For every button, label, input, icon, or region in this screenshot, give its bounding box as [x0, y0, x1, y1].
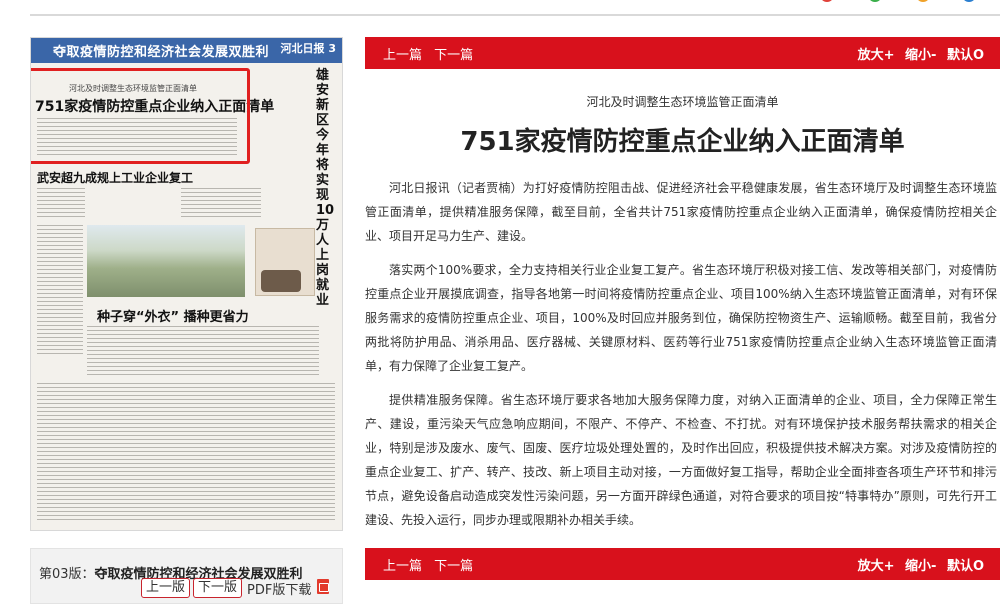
paper-masthead: 河北日报 3: [280, 42, 336, 55]
paper-text-column: [87, 326, 319, 378]
article-paragraph: 河北日报讯（记者贾楠）为打好疫情防控阻击战、促进经济社会平稳健康发展，省生态环境…: [365, 181, 997, 243]
top-divider: [30, 14, 1000, 16]
paper-text-column: [37, 188, 85, 218]
next-article-link[interactable]: 下一篇: [434, 48, 473, 63]
paper-inset-portrait: [261, 270, 301, 292]
default-size-button[interactable]: 默认O: [947, 559, 984, 574]
zoom-out-button[interactable]: 缩小-: [905, 48, 936, 63]
newspaper-page-thumbnail[interactable]: 夺取疫情防控和经济社会发展双胜利 河北日报 3 河北及时调整生态环境监管正面清单…: [30, 37, 343, 531]
paper-text-column: [181, 188, 261, 220]
paper-banner: 夺取疫情防控和经济社会发展双胜利 河北日报 3: [31, 38, 342, 63]
article-body: 河北日报讯（记者贾楠）为打好疫情防控阻击战、促进经济社会平稳健康发展，省生态环境…: [365, 176, 997, 542]
paper-story-headline[interactable]: 种子穿“外衣” 播种更省力: [97, 306, 249, 325]
pdf-download-link[interactable]: PDF版下载: [247, 579, 311, 598]
prev-article-link[interactable]: 上一篇: [383, 48, 422, 63]
paper-banner-text: 夺取疫情防控和经济社会发展双胜利: [53, 45, 270, 60]
article-paragraph: 落实两个100%要求，全力支持相关行业企业复工复产。省生态环境厅积极对接工信、发…: [365, 263, 997, 373]
edition-label: 第03版：: [39, 567, 95, 582]
article-toolbar-top: 上一篇 下一篇 放大+ 缩小- 默认O: [365, 37, 1000, 69]
article-paragraph: 提供精准服务保障。省生态环境厅要求各地加大服务保障力度，对纳入正面清单的企业、项…: [365, 393, 997, 527]
paper-photo: [87, 225, 245, 297]
pdf-icon[interactable]: [317, 579, 329, 594]
article-kicker: 河北及时调整生态环境监管正面清单: [586, 95, 779, 109]
paper-text-column: [37, 225, 83, 355]
next-article-link[interactable]: 下一篇: [434, 559, 473, 574]
share-icon-blue[interactable]: [962, 0, 976, 2]
zoom-out-button[interactable]: 缩小-: [905, 559, 936, 574]
article-title: 751家疫情防控重点企业纳入正面清单: [460, 127, 905, 157]
share-icon-orange[interactable]: [916, 0, 930, 2]
paper-text-column: [37, 118, 237, 158]
zoom-in-button[interactable]: 放大+: [858, 559, 895, 574]
prev-page-button[interactable]: 上一版: [141, 578, 191, 598]
share-icon-green[interactable]: [868, 0, 882, 2]
prev-article-link[interactable]: 上一篇: [383, 559, 422, 574]
article-toolbar-bottom: 上一篇 下一篇 放大+ 缩小- 默认O: [365, 548, 1000, 580]
paper-side-headline[interactable]: 雄安新区今年将实现10万人上岗就业: [316, 68, 338, 308]
next-page-button[interactable]: 下一版: [193, 578, 243, 598]
default-size-button[interactable]: 默认O: [947, 48, 984, 63]
paper-text-column: [37, 383, 335, 523]
share-icon-red[interactable]: [820, 0, 834, 2]
edition-caption: 第03版：夺取疫情防控和经济社会发展双胜利 上一版 下一版 PDF版下载: [30, 548, 343, 604]
zoom-in-button[interactable]: 放大+: [858, 48, 895, 63]
paper-story-headline[interactable]: 武安超九成规上工业企业复工: [37, 169, 193, 186]
